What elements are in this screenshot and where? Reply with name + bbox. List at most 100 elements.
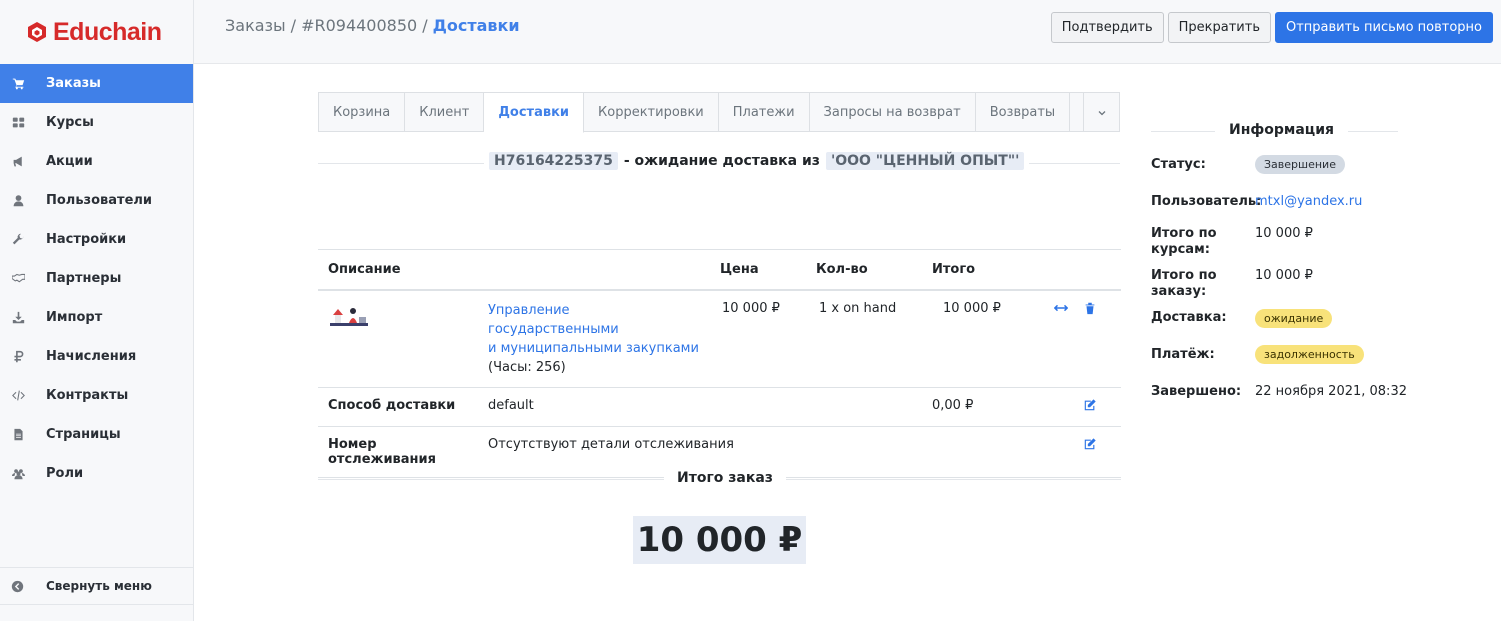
sidebar-item-pages[interactable]: Страницы — [0, 415, 193, 454]
sidebar-item-settings[interactable]: Настройки — [0, 220, 193, 259]
sidebar-item-label: Импорт — [46, 310, 103, 325]
sidebar-item-label: Роли — [46, 466, 84, 481]
header-actions — [1044, 249, 1081, 291]
sidebar-item-label: Акции — [46, 154, 93, 169]
sidebar-item-label: Начисления — [46, 349, 137, 364]
sidebar-item-orders[interactable]: Заказы — [0, 64, 193, 103]
tab-return-requests[interactable]: Запросы на возврат — [810, 93, 976, 132]
top-actions: Подтвердить Прекратить Отправить письмо … — [1050, 12, 1493, 43]
shipment-number: H76164225375 — [489, 152, 618, 170]
tab-customer[interactable]: Клиент — [405, 93, 485, 132]
sidebar-item-label: Контракты — [46, 388, 129, 403]
code-icon — [11, 389, 25, 403]
shipping-method-row: Способ доставки default 0,00 ₽ — [318, 387, 1121, 427]
handshake-icon — [11, 272, 25, 286]
order-total-info-value: 10 000 ₽ — [1255, 268, 1313, 283]
shipment-state-label: Доставка: — [1151, 310, 1227, 325]
tab-cart[interactable]: Корзина — [319, 93, 406, 132]
item-hours: (Часы: 256) — [488, 359, 566, 375]
sidebar-item-partners[interactable]: Партнеры — [0, 259, 193, 298]
tab-refunds[interactable]: Возвраты — [976, 93, 1071, 132]
confirm-button[interactable]: Подтвердить — [1050, 12, 1164, 43]
user-email-link[interactable]: mtxl@yandex.ru — [1255, 194, 1362, 209]
header-description: Описание — [318, 249, 710, 291]
status-label: Статус: — [1151, 157, 1206, 172]
wrench-icon — [11, 233, 25, 247]
item-qty: 1 x on hand — [806, 289, 922, 388]
resend-email-button[interactable]: Отправить письмо повторно — [1275, 12, 1493, 43]
stock-location: 'ООО "ЦЕННЫЙ ОПЫТ"' — [825, 152, 1025, 170]
file-icon — [11, 428, 25, 442]
edit-icon[interactable] — [1083, 437, 1097, 451]
edit-shipping-cell — [1081, 387, 1121, 427]
tabs-more-button[interactable] — [1083, 93, 1119, 132]
item-name-link[interactable]: Управление государственными и муниципальн… — [488, 303, 699, 356]
collapse-menu-button[interactable]: Свернуть меню — [0, 567, 193, 605]
completed-label: Завершено: — [1151, 384, 1242, 399]
status-badge: Завершение — [1255, 155, 1345, 174]
shipment-title: H76164225375 - ожидание доставка из 'ООО… — [484, 152, 1030, 170]
order-total-info-label-line-1: Итого по — [1151, 268, 1217, 283]
shipping-method-label: Способ доставки — [318, 387, 478, 427]
breadcrumb-order-number[interactable]: #R094400850 — [301, 16, 417, 35]
topbar: Заказы / #R094400850/Доставки Подтвердить … — [194, 0, 1501, 64]
sidebar-item-courses[interactable]: Курсы — [0, 103, 193, 142]
order-tabs: Корзина Клиент Доставки Корректировки Пл… — [318, 92, 1120, 133]
empty-cell — [1044, 426, 1081, 478]
sidebar-item-label: Курсы — [46, 115, 94, 130]
edit-tracking-cell — [1081, 426, 1121, 478]
info-title: Информация — [1215, 122, 1348, 138]
payment-state-badge: задолженность — [1255, 345, 1364, 364]
grid-icon — [11, 116, 25, 130]
chevron-left-circle-icon — [11, 580, 25, 593]
shipment-state-badge: ожидание — [1255, 309, 1333, 328]
sidebar-item-promotions[interactable]: Акции — [0, 142, 193, 181]
header-qty: Кол-во — [806, 249, 922, 291]
tab-shipments[interactable]: Доставки — [484, 93, 585, 133]
tab-adjustments[interactable]: Корректировки — [584, 93, 719, 132]
cancel-order-button[interactable]: Прекратить — [1167, 12, 1271, 43]
shipping-method-value: default — [478, 387, 922, 427]
sidebar-item-roles[interactable]: Роли — [0, 454, 193, 493]
courses-total-value: 10 000 ₽ — [1255, 226, 1313, 241]
split-arrows-icon[interactable] — [1053, 301, 1069, 315]
courses-total-label-line-1: Итого по — [1151, 226, 1217, 241]
split-action-cell — [1044, 289, 1081, 388]
sidebar-item-accruals[interactable]: Начисления — [0, 337, 193, 376]
ruble-icon — [11, 350, 25, 364]
sidebar-item-import[interactable]: Импорт — [0, 298, 193, 337]
item-thumbnail-cell — [318, 289, 478, 388]
shipment-state-wrap: ожидание — [1255, 309, 1333, 328]
educhain-logo-icon — [28, 22, 46, 42]
tab-payments[interactable]: Платежи — [719, 93, 810, 132]
payment-state-label: Платёж: — [1151, 347, 1215, 362]
cart-icon — [11, 77, 25, 91]
trash-icon[interactable] — [1083, 301, 1097, 315]
breadcrumb: Заказы / #R094400850/Доставки — [225, 16, 520, 35]
logo-text: Educhain — [53, 17, 162, 46]
courses-total-label-line-2: курсам: — [1151, 242, 1210, 257]
breadcrumb-orders[interactable]: Заказы — [225, 16, 286, 35]
sidebar-item-contracts[interactable]: Контракты — [0, 376, 193, 415]
table-row: Управление государственными и муниципальн… — [318, 289, 1121, 388]
user-label: Пользователь: — [1151, 194, 1262, 209]
header-total: Итого — [922, 249, 1044, 291]
sidebar-item-users[interactable]: Пользователи — [0, 181, 193, 220]
sidebar-item-label: Партнеры — [46, 271, 122, 286]
shipping-cost: 0,00 ₽ — [922, 387, 1044, 427]
item-price: 10 000 ₽ — [710, 289, 806, 388]
order-total-value: 10 000 ₽ — [633, 516, 806, 564]
item-name-line-2: и муниципальными закупками — [488, 340, 699, 356]
delete-action-cell — [1081, 289, 1121, 388]
chevron-down-icon — [1098, 110, 1105, 115]
breadcrumb-separator: / — [422, 16, 428, 35]
edit-icon[interactable] — [1083, 398, 1097, 412]
courses-total-label: Итого по курсам: — [1151, 226, 1246, 258]
user-icon — [11, 194, 25, 208]
shipment-items-table: Описание Цена Кол-во Итого Управление го… — [318, 249, 1121, 478]
completed-value: 22 ноября 2021, 08:32 — [1255, 384, 1407, 399]
logo[interactable]: Educhain — [0, 0, 193, 64]
course-thumbnail[interactable] — [328, 303, 372, 331]
sidebar-item-label: Пользователи — [46, 193, 153, 208]
download-icon — [11, 311, 25, 325]
